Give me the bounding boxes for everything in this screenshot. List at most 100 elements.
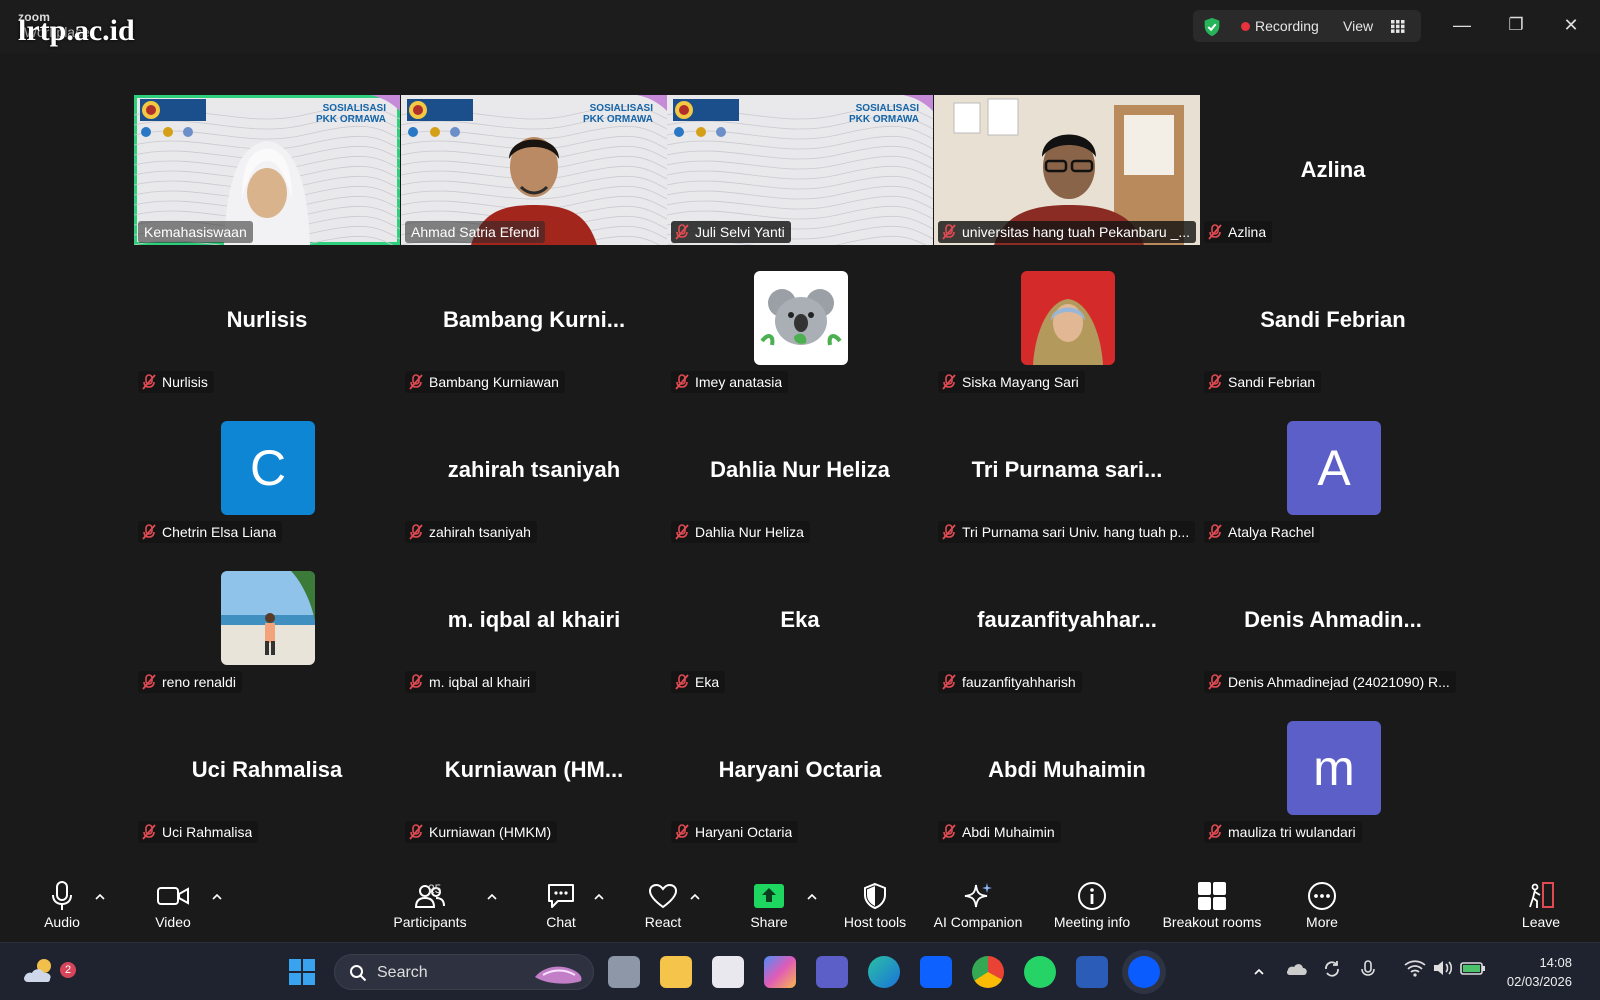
muted-mic-icon (1208, 824, 1222, 840)
participant-tile[interactable]: reno renaldi (134, 545, 400, 695)
participant-tile[interactable]: zahirah tsaniyah zahirah tsaniyah (401, 395, 667, 545)
search-placeholder: Search (377, 964, 428, 981)
participant-tile[interactable]: Azlina Azlina (1200, 95, 1466, 245)
muted-mic-icon (675, 824, 689, 840)
participant-tile[interactable]: Abdi Muhaimin Abdi Muhaimin (934, 695, 1200, 845)
participant-tile[interactable]: m. iqbal al khairi m. iqbal al khairi (401, 545, 667, 695)
participant-tile[interactable]: Kurniawan (HM... Kurniawan (HMKM) (401, 695, 667, 845)
participant-tile[interactable]: C Chetrin Elsa Liana (134, 395, 400, 545)
teams-icon[interactable] (816, 956, 848, 988)
muted-mic-icon (409, 374, 423, 390)
participant-tile[interactable]: universitas hang tuah Pekanbaru _... (934, 95, 1200, 245)
profile-photo (221, 571, 315, 665)
participant-tile[interactable]: Uci Rahmalisa Uci Rahmalisa (134, 695, 400, 845)
muted-mic-icon (142, 374, 156, 390)
audio-button[interactable]: Audio (36, 880, 88, 938)
participants-button[interactable]: 25 Participants (390, 880, 470, 938)
leave-button[interactable]: Leave (1520, 880, 1562, 938)
participant-tile[interactable]: Nurlisis Nurlisis (134, 245, 400, 395)
weather-widget[interactable]: 2 (22, 956, 76, 988)
participant-tile[interactable]: Haryani Octaria Haryani Octaria (667, 695, 933, 845)
chat-label: Chat (546, 914, 576, 930)
participant-tile[interactable]: Tri Purnama sari... Tri Purnama sari Univ… (934, 395, 1200, 545)
battery-icon[interactable] (1460, 960, 1486, 976)
meeting-info-button[interactable]: Meeting info (1050, 880, 1134, 938)
participant-name: Bambang Kurniawan (429, 374, 559, 390)
share-screen-icon (754, 884, 784, 908)
copilot-icon[interactable] (764, 956, 796, 988)
recording-status[interactable]: Recording View (1193, 10, 1421, 42)
ai-companion-label: AI Companion (933, 914, 1023, 930)
search-highlight-icon (535, 966, 582, 984)
chat-button[interactable]: Chat (538, 880, 584, 938)
word-icon[interactable] (1076, 956, 1108, 988)
start-button[interactable] (286, 956, 318, 988)
system-clock[interactable]: 14:08 02/03/2026 (1507, 953, 1572, 991)
chrome-icon[interactable] (972, 956, 1004, 988)
participant-tile[interactable]: SOSIALISASI PKK ORMAWA Kemahasiswaan (134, 95, 400, 245)
heart-icon (648, 883, 678, 909)
participant-display-name: Dahlia Nur Heliza (710, 457, 890, 482)
participant-tile[interactable]: Imey anatasia (667, 245, 933, 395)
share-options-chevron-icon[interactable] (805, 890, 819, 904)
profile-photo (1021, 271, 1115, 365)
react-button[interactable]: React (638, 880, 688, 938)
minimize-button[interactable]: — (1447, 12, 1477, 38)
participant-tile[interactable]: Dahlia Nur Heliza Dahlia Nur Heliza (667, 395, 933, 545)
chat-options-chevron-icon[interactable] (592, 890, 606, 904)
host-tools-button[interactable]: Host tools (837, 880, 913, 938)
participant-tile[interactable]: Siska Mayang Sari (934, 245, 1200, 395)
audio-options-chevron-icon[interactable] (93, 890, 107, 904)
participant-tile[interactable]: SOSIALISASI PKK ORMAWA Ahmad Satria Efendi (401, 95, 667, 245)
participant-tile[interactable]: Denis Ahmadin... Denis Ahmadinejad (24021… (1200, 545, 1466, 695)
video-button[interactable]: Video (147, 880, 199, 938)
participant-name-label: Chetrin Elsa Liana (138, 521, 283, 543)
participant-tile[interactable]: Sandi Febrian Sandi Febrian (1200, 245, 1466, 395)
whatsapp-icon[interactable] (1024, 956, 1056, 988)
ai-companion-button[interactable]: AI Companion (930, 880, 1026, 938)
participant-tile[interactable]: fauzanfityahhar... fauzanfityahharish (934, 545, 1200, 695)
host-tools-label: Host tools (843, 914, 907, 930)
participant-display-name: fauzanfityahhar... (977, 607, 1157, 632)
info-icon (1078, 882, 1106, 910)
react-options-chevron-icon[interactable] (688, 890, 702, 904)
wifi-icon[interactable] (1404, 959, 1426, 977)
participant-name-label: m. iqbal al khairi (405, 671, 537, 693)
microsoft-store-icon[interactable] (712, 956, 744, 988)
participant-tile[interactable]: Bambang Kurni... Bambang Kurniawan (401, 245, 667, 395)
participants-options-chevron-icon[interactable] (485, 890, 499, 904)
participant-tile[interactable]: A Atalya Rachel (1200, 395, 1466, 545)
zoom-app-icon[interactable] (1128, 956, 1160, 988)
security-shield-icon (1204, 17, 1220, 37)
sync-icon[interactable] (1322, 959, 1342, 979)
participant-name-label: zahirah tsaniyah (405, 521, 537, 543)
participant-tile[interactable]: Eka Eka (667, 545, 933, 695)
tray-chevron-icon[interactable] (1252, 965, 1266, 979)
share-label: Share (750, 914, 788, 930)
participant-tile[interactable]: SOSIALISASI PKK ORMAWA Juli Selvi Yanti (667, 95, 933, 245)
participant-name: zahirah tsaniyah (429, 524, 531, 540)
view-button[interactable]: View (1343, 18, 1373, 34)
taskbar-search[interactable]: Search (334, 954, 594, 990)
task-view-icon[interactable] (608, 956, 640, 988)
edge-browser-icon[interactable] (868, 956, 900, 988)
dropbox-icon[interactable] (920, 956, 952, 988)
muted-mic-icon (409, 524, 423, 540)
participant-name: Imey anatasia (695, 374, 783, 390)
participant-display-name: Haryani Octaria (718, 757, 882, 782)
volume-icon[interactable] (1432, 959, 1454, 977)
participant-tile[interactable]: m mauliza tri wulandari (1200, 695, 1466, 845)
breakout-rooms-button[interactable]: Breakout rooms (1158, 880, 1266, 938)
muted-mic-icon (675, 374, 689, 390)
participant-display-name: Sandi Febrian (1260, 307, 1406, 332)
video-options-chevron-icon[interactable] (210, 890, 224, 904)
participant-name-label: Dahlia Nur Heliza (671, 521, 810, 543)
file-explorer-icon[interactable] (660, 956, 692, 988)
share-button[interactable]: Share (744, 880, 794, 938)
restore-button[interactable]: ❐ (1501, 12, 1531, 38)
onedrive-cloud-icon[interactable] (1286, 961, 1308, 977)
participant-name-label: Tri Purnama sari Univ. hang tuah p... (938, 521, 1196, 543)
close-button[interactable]: ✕ (1556, 12, 1586, 38)
more-button[interactable]: More (1298, 880, 1346, 938)
mic-in-use-icon[interactable] (1358, 959, 1378, 979)
